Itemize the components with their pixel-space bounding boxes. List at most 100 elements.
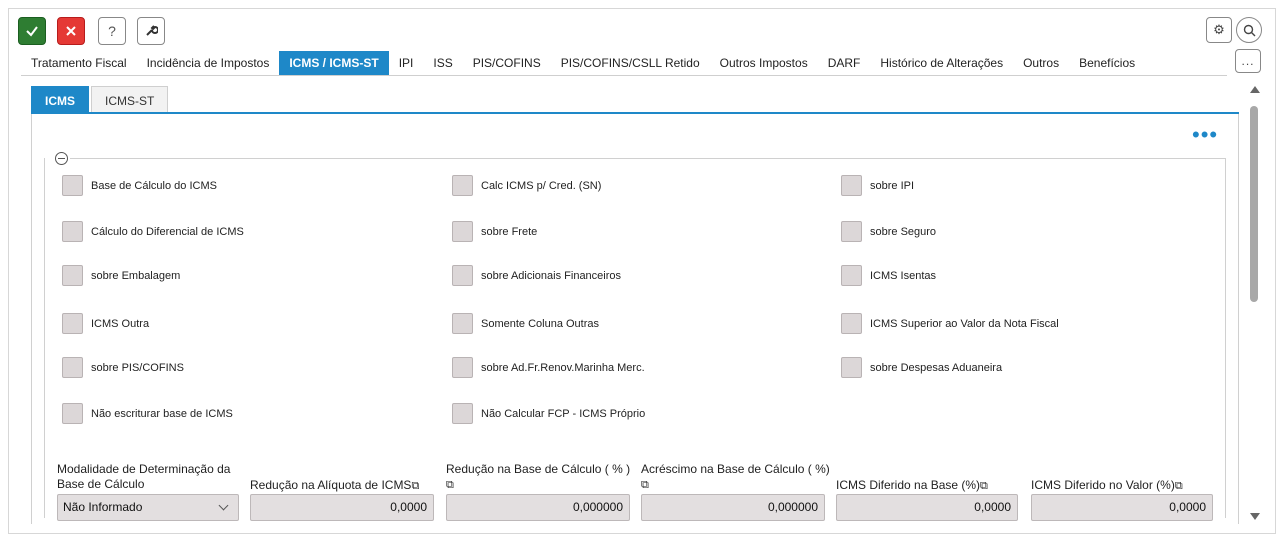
checkbox-box[interactable] bbox=[452, 313, 473, 334]
checkbox-calc-icms-cred-sn[interactable]: Calc ICMS p/ Cred. (SN) bbox=[452, 175, 601, 196]
scroll-down-icon[interactable] bbox=[1250, 513, 1260, 520]
diferido-valor-label-text: ICMS Diferido no Valor (%) bbox=[1031, 478, 1175, 492]
checkbox-label: sobre Despesas Aduaneira bbox=[870, 361, 1003, 374]
cancel-button[interactable] bbox=[57, 17, 85, 45]
search-icon bbox=[1243, 24, 1255, 36]
tab-ipi[interactable]: IPI bbox=[389, 51, 424, 75]
checkbox-label: sobre Seguro bbox=[870, 225, 937, 238]
modalidade-label: Modalidade de Determinação da Base de Cá… bbox=[57, 462, 231, 491]
tab-divider bbox=[21, 75, 1227, 76]
checkbox-box[interactable] bbox=[62, 175, 83, 196]
checkbox-sobre-despesas-aduaneira[interactable]: sobre Despesas Aduaneira bbox=[841, 357, 1002, 378]
copy-icon[interactable]: ⧉ bbox=[1175, 480, 1183, 492]
modalidade-select[interactable]: Não Informado bbox=[57, 494, 239, 521]
checkbox-box[interactable] bbox=[62, 357, 83, 378]
checkbox-sobre-ad-fr-renov[interactable]: sobre Ad.Fr.Renov.Marinha Merc. bbox=[452, 357, 645, 378]
checkbox-sobre-seguro[interactable]: sobre Seguro bbox=[841, 221, 936, 242]
checkbox-label: ICMS Outra bbox=[91, 317, 150, 330]
acrescimo-base-label-text: Acréscimo na Base de Cálculo ( %) bbox=[641, 462, 830, 476]
diferido-valor-input[interactable]: 0,0000 bbox=[1031, 494, 1213, 521]
copy-icon[interactable]: ⧉ bbox=[980, 480, 988, 492]
main-tab-bar: Tratamento Fiscal Incidência de Impostos… bbox=[21, 51, 1145, 75]
tab-pis-cofins-csll-retido[interactable]: PIS/COFINS/CSLL Retido bbox=[551, 51, 710, 75]
checkbox-sobre-adicionais-financeiros[interactable]: sobre Adicionais Financeiros bbox=[452, 265, 621, 286]
chevron-down-icon bbox=[218, 500, 229, 511]
checkbox-box[interactable] bbox=[452, 403, 473, 424]
tab-outros-impostos[interactable]: Outros Impostos bbox=[710, 51, 818, 75]
checkbox-label: Somente Coluna Outras bbox=[481, 317, 600, 330]
acrescimo-base-label: Acréscimo na Base de Cálculo ( %) ⧉ bbox=[641, 462, 831, 493]
settings-button[interactable]: ⚙ bbox=[1206, 17, 1232, 43]
scrollbar-thumb[interactable] bbox=[1250, 106, 1258, 302]
copy-icon[interactable]: ⧉ bbox=[411, 480, 419, 492]
diferido-valor-label: ICMS Diferido no Valor (%)⧉ bbox=[1031, 478, 1221, 494]
ellipsis-icon: ... bbox=[1241, 54, 1255, 68]
vertical-scrollbar[interactable] bbox=[1248, 84, 1262, 524]
confirm-button[interactable] bbox=[18, 17, 46, 45]
checkbox-label: Cálculo do Diferencial de ICMS bbox=[91, 225, 244, 238]
checkbox-box[interactable] bbox=[841, 265, 862, 286]
search-button[interactable] bbox=[1236, 17, 1262, 43]
checkbox-label: ICMS Isentas bbox=[870, 269, 937, 282]
checkbox-label: Base de Cálculo do ICMS bbox=[91, 179, 217, 192]
tools-button[interactable] bbox=[137, 17, 165, 45]
tab-historico-alteracoes[interactable]: Histórico de Alterações bbox=[870, 51, 1013, 75]
question-icon: ? bbox=[108, 23, 116, 39]
checkbox-box[interactable] bbox=[62, 221, 83, 242]
checkbox-nao-calcular-fcp[interactable]: Não Calcular FCP - ICMS Próprio bbox=[452, 403, 645, 424]
checkbox-box[interactable] bbox=[452, 175, 473, 196]
checkbox-box[interactable] bbox=[841, 175, 862, 196]
tab-beneficios[interactable]: Benefícios bbox=[1069, 51, 1145, 75]
tab-incidencia-impostos[interactable]: Incidência de Impostos bbox=[137, 51, 280, 75]
checkbox-somente-coluna-outras[interactable]: Somente Coluna Outras bbox=[452, 313, 599, 334]
collapse-icon[interactable] bbox=[55, 152, 68, 165]
panel-menu-icon[interactable]: ••• bbox=[1192, 124, 1218, 146]
more-options-button[interactable]: ... bbox=[1235, 49, 1261, 73]
checkbox-label: sobre IPI bbox=[870, 179, 915, 192]
checkbox-sobre-embalagem[interactable]: sobre Embalagem bbox=[62, 265, 180, 286]
checkbox-box[interactable] bbox=[841, 221, 862, 242]
diferido-base-input[interactable]: 0,0000 bbox=[836, 494, 1018, 521]
acrescimo-base-input[interactable]: 0,000000 bbox=[641, 494, 825, 521]
checkbox-box[interactable] bbox=[452, 357, 473, 378]
tab-tratamento-fiscal[interactable]: Tratamento Fiscal bbox=[21, 51, 137, 75]
checkbox-icms-isentas[interactable]: ICMS Isentas bbox=[841, 265, 936, 286]
checkbox-icms-superior-valor-nf[interactable]: ICMS Superior ao Valor da Nota Fiscal bbox=[841, 313, 1059, 334]
reducao-base-input[interactable]: 0,000000 bbox=[446, 494, 630, 521]
tab-outros[interactable]: Outros bbox=[1013, 51, 1069, 75]
subtab-icms[interactable]: ICMS bbox=[31, 86, 89, 114]
checkbox-box[interactable] bbox=[452, 221, 473, 242]
scroll-up-icon[interactable] bbox=[1250, 86, 1260, 93]
checkbox-box[interactable] bbox=[62, 403, 83, 424]
checkbox-box[interactable] bbox=[841, 313, 862, 334]
tab-iss[interactable]: ISS bbox=[423, 51, 462, 75]
checkbox-label: sobre Frete bbox=[481, 225, 538, 238]
checkbox-sobre-ipi[interactable]: sobre IPI bbox=[841, 175, 914, 196]
tab-icms-icms-st[interactable]: ICMS / ICMS-ST bbox=[279, 51, 389, 75]
checkbox-box[interactable] bbox=[62, 265, 83, 286]
tab-pis-cofins[interactable]: PIS/COFINS bbox=[463, 51, 551, 75]
tab-darf[interactable]: DARF bbox=[818, 51, 871, 75]
checkbox-label: ICMS Superior ao Valor da Nota Fiscal bbox=[870, 317, 1059, 330]
checkbox-box[interactable] bbox=[841, 357, 862, 378]
sub-tab-bar: ICMS ICMS-ST bbox=[31, 86, 170, 114]
subtab-icms-st[interactable]: ICMS-ST bbox=[91, 86, 169, 114]
checkbox-sobre-frete[interactable]: sobre Frete bbox=[452, 221, 537, 242]
checkbox-box[interactable] bbox=[452, 265, 473, 286]
checkbox-base-calculo-icms[interactable]: Base de Cálculo do ICMS bbox=[62, 175, 217, 196]
checkbox-box[interactable] bbox=[62, 313, 83, 334]
copy-icon[interactable]: ⧉ bbox=[446, 479, 454, 491]
modalidade-value: Não Informado bbox=[63, 500, 143, 514]
checkbox-diferencial-icms[interactable]: Cálculo do Diferencial de ICMS bbox=[62, 221, 244, 242]
checkbox-nao-escriturar-base[interactable]: Não escriturar base de ICMS bbox=[62, 403, 233, 424]
group-top-border bbox=[70, 158, 1225, 159]
copy-icon[interactable]: ⧉ bbox=[641, 479, 649, 491]
help-button[interactable]: ? bbox=[98, 17, 126, 45]
checkbox-icms-outra[interactable]: ICMS Outra bbox=[62, 313, 149, 334]
checkbox-label: sobre Embalagem bbox=[91, 269, 181, 282]
reducao-aliquota-label-text: Redução na Alíquota de ICMS bbox=[250, 478, 412, 492]
checkbox-sobre-pis-cofins[interactable]: sobre PIS/COFINS bbox=[62, 357, 184, 378]
wrench-icon bbox=[146, 25, 158, 36]
reducao-base-label-text: Redução na Base de Cálculo ( % ) bbox=[446, 462, 631, 476]
reducao-aliquota-input[interactable]: 0,0000 bbox=[250, 494, 434, 521]
